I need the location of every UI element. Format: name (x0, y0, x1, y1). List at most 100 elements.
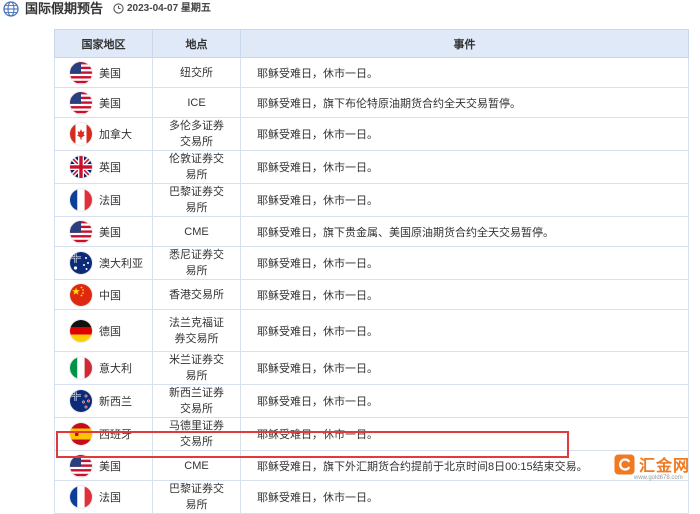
us-flag-icon (70, 91, 92, 114)
table-row: 德国 法兰克福证券交易所 耶稣受难日，休市一日。 (54, 309, 689, 352)
table-row: 西班牙 马德里证券交易所 耶稣受难日，休市一日。 (54, 417, 689, 451)
table-row: 法国 巴黎证券交易所 耶稣受难日，休市一日。 (54, 480, 689, 514)
event-cell: 耶稣受难日，休市一日。 (240, 309, 689, 352)
country-cell: 新西兰 (54, 384, 153, 418)
event-cell: 耶稣受难日，休市一日。 (240, 150, 689, 184)
de-flag-icon (70, 319, 92, 342)
country-cell: 法国 (54, 480, 153, 514)
location-name: 悉尼证券交易所 (169, 249, 224, 277)
page-title: 国际假期预告 (25, 1, 104, 16)
event-cell: 耶稣受难日，旗下布伦特原油期货合约全天交易暂停。 (240, 87, 689, 118)
brand-name: 汇金网 (639, 458, 691, 475)
country-name: 德国 (99, 325, 121, 338)
country-name: 澳大利亚 (99, 258, 143, 270)
country-cell: 美国 (54, 57, 153, 88)
country-cell: 西班牙 (54, 417, 153, 451)
table-row: 美国 ICE 耶稣受难日，旗下布伦特原油期货合约全天交易暂停。 (54, 87, 689, 118)
table-row: 加拿大 多伦多证券交易所 耶稣受难日，休市一日。 (54, 117, 689, 151)
location-cell: CME (152, 216, 241, 247)
location-name: 伦敦证券交易所 (169, 153, 224, 181)
table-row: 英国 伦敦证券交易所 耶稣受难日，休市一日。 (54, 150, 689, 184)
country-name: 新西兰 (99, 396, 132, 408)
event-cell: 耶稣受难日，旗下贵金属、美国原油期货合约全天交易暂停。 (240, 216, 689, 247)
location-name: 米兰证券交易所 (169, 354, 224, 382)
location-name: 马德里证券交易所 (169, 420, 224, 448)
au-flag-icon (70, 252, 92, 274)
country-name: 美国 (99, 67, 121, 80)
watermark-logo: 汇金网 (614, 453, 700, 475)
location-name: 巴黎证券交易所 (169, 186, 224, 214)
brand-logo-icon (614, 453, 635, 475)
location-name: ICE (187, 96, 206, 109)
country-name: 西班牙 (99, 429, 132, 441)
event-cell: 耶稣受难日，休市一日。 (240, 246, 689, 280)
event-cell: 耶稣受难日，休市一日。 (240, 351, 689, 385)
date-label: 2023-04-07 星期五 (127, 3, 211, 14)
location-cell: 纽交所 (152, 57, 241, 88)
country-cell: 美国 (54, 87, 153, 118)
table-row: 美国 CME 耶稣受难日，旗下外汇期货合约提前于北京时间8日00:15结束交易。 (54, 450, 689, 481)
country-cell: 澳大利亚 (54, 246, 153, 280)
table-row: 中国 香港交易所 耶稣受难日，休市一日。 (54, 279, 689, 310)
column-header-country: 国家地区 (54, 29, 153, 58)
location-name: 巴黎证券交易所 (169, 483, 224, 511)
country-cell: 美国 (54, 216, 153, 247)
country-name: 法国 (99, 195, 121, 207)
country-name: 美国 (99, 460, 121, 473)
location-cell: 巴黎证券交易所 (152, 480, 241, 514)
country-cell: 德国 (54, 309, 153, 352)
country-cell: 法国 (54, 183, 153, 217)
table-row: 法国 巴黎证券交易所 耶稣受难日，休市一日。 (54, 183, 689, 217)
column-header-location: 地点 (152, 29, 241, 58)
clock-icon (113, 3, 124, 14)
location-cell: 悉尼证券交易所 (152, 246, 241, 280)
event-cell: 耶稣受难日，休市一日。 (240, 117, 689, 151)
location-name: CME (184, 225, 209, 238)
event-cell: 耶稣受难日，休市一日。 (240, 417, 689, 451)
table-row: 新西兰 新西兰证券交易所 耶稣受难日，休市一日。 (54, 384, 689, 418)
location-name: 新西兰证券交易所 (169, 387, 224, 415)
table-row: 美国 CME 耶稣受难日，旗下贵金属、美国原油期货合约全天交易暂停。 (54, 216, 689, 247)
country-cell: 英国 (54, 150, 153, 184)
country-name: 美国 (99, 97, 121, 110)
it-flag-icon (70, 357, 92, 379)
event-cell: 耶稣受难日，休市一日。 (240, 57, 689, 88)
country-cell: 美国 (54, 450, 153, 481)
us-flag-icon (70, 61, 92, 84)
table-header-row: 国家地区 地点 事件 (54, 29, 689, 58)
es-flag-icon (70, 423, 92, 445)
location-cell: 法兰克福证券交易所 (152, 309, 241, 352)
location-cell: ICE (152, 87, 241, 118)
event-cell: 耶稣受难日，休市一日。 (240, 480, 689, 514)
location-cell: CME (152, 450, 241, 481)
country-name: 英国 (99, 162, 121, 174)
location-name: 纽交所 (180, 66, 213, 79)
location-cell: 多伦多证券交易所 (152, 117, 241, 151)
globe-icon (3, 1, 19, 17)
event-cell: 耶稣受难日，休市一日。 (240, 279, 689, 310)
ca-flag-icon (70, 123, 92, 145)
location-cell: 新西兰证券交易所 (152, 384, 241, 418)
table-row: 美国 纽交所 耶稣受难日，休市一日。 (54, 57, 689, 88)
location-cell: 香港交易所 (152, 279, 241, 310)
location-cell: 马德里证券交易所 (152, 417, 241, 451)
table-row: 澳大利亚 悉尼证券交易所 耶稣受难日，休市一日。 (54, 246, 689, 280)
country-cell: 加拿大 (54, 117, 153, 151)
country-cell: 意大利 (54, 351, 153, 385)
country-name: 法国 (99, 492, 121, 504)
column-header-event: 事件 (240, 29, 689, 58)
country-name: 加拿大 (99, 129, 132, 141)
cn-flag-icon (70, 283, 92, 306)
location-cell: 伦敦证券交易所 (152, 150, 241, 184)
us-flag-icon (70, 220, 92, 243)
table-row: 意大利 米兰证券交易所 耶稣受难日，休市一日。 (54, 351, 689, 385)
country-cell: 中国 (54, 279, 153, 310)
fr-flag-icon (70, 189, 92, 211)
holiday-table: 国家地区 地点 事件 美国 纽交所 耶稣受难日，休市一日。 美国 ICE 耶稣受… (54, 29, 689, 514)
gb-flag-icon (70, 156, 92, 178)
location-name: 香港交易所 (169, 288, 224, 301)
location-name: 法兰克福证券交易所 (169, 316, 224, 345)
fr-flag-icon (70, 486, 92, 508)
event-cell: 耶稣受难日，休市一日。 (240, 183, 689, 217)
country-name: 中国 (99, 289, 121, 302)
